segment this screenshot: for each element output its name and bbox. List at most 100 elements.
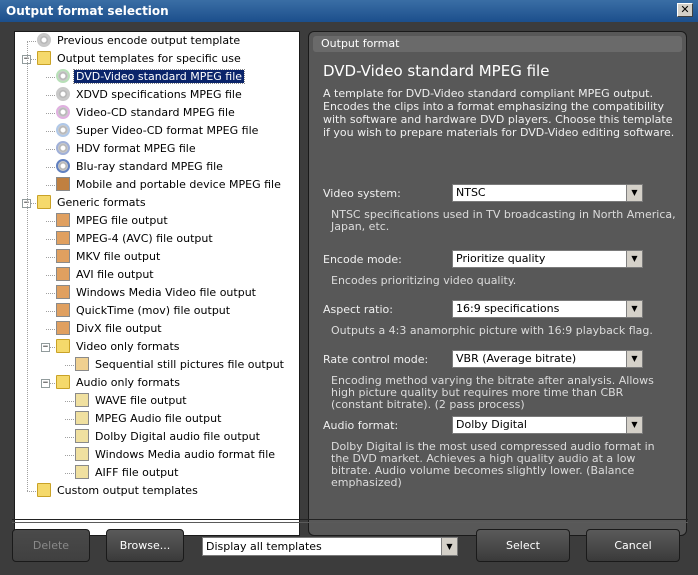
film-file-icon — [56, 321, 70, 335]
template-filter-select[interactable]: Display all templates ▼ — [202, 537, 458, 556]
tree-item[interactable]: HDV format MPEG file — [56, 140, 198, 158]
tree-item[interactable]: QuickTime (mov) file output — [56, 302, 232, 320]
hdv-disc-icon — [56, 141, 70, 155]
chevron-down-icon[interactable]: ▼ — [626, 251, 642, 267]
tree-item[interactable]: Video only formats — [56, 338, 182, 356]
tree-item-label: Video only formats — [76, 340, 180, 353]
tree-item[interactable]: XDVD specifications MPEG file — [56, 86, 244, 104]
film-file-icon — [56, 285, 70, 299]
select-button[interactable]: Select — [476, 529, 570, 562]
chevron-down-icon[interactable]: ▼ — [441, 538, 457, 555]
tree-item-label: Output templates for specific use — [57, 52, 241, 65]
tree-connector — [65, 401, 74, 402]
encode-mode-label: Encode mode: — [323, 253, 402, 266]
tree-item[interactable]: Super Video-CD format MPEG file — [56, 122, 260, 140]
audio-format-label: Audio format: — [323, 419, 399, 432]
tree-connector — [46, 113, 55, 114]
chevron-down-icon[interactable]: ▼ — [626, 301, 642, 317]
tree-item[interactable]: Previous encode output template — [37, 32, 242, 50]
tree-item[interactable]: Windows Media Video file output — [56, 284, 258, 302]
tree-connector — [65, 365, 74, 366]
tree-item-label: MKV file output — [76, 250, 161, 263]
audio-format-select[interactable]: Dolby Digital ▼ — [452, 416, 643, 434]
tree-connector — [27, 491, 36, 492]
tree-item-label: Super Video-CD format MPEG file — [76, 124, 259, 137]
footer-divider — [12, 519, 688, 523]
tree-item[interactable]: Sequential still pictures file output — [75, 356, 286, 374]
tree-item-label: HDV format MPEG file — [76, 142, 196, 155]
audio-format-value: Dolby Digital — [456, 418, 527, 431]
tree-item-label: QuickTime (mov) file output — [76, 304, 231, 317]
encode-mode-description: Encodes prioritizing video quality. — [331, 274, 517, 287]
tree-connector — [46, 257, 55, 258]
video-system-label: Video system: — [323, 187, 401, 200]
tree-item[interactable]: Windows Media audio format file — [75, 446, 277, 464]
dvd-disc-icon — [56, 69, 70, 83]
tree-item[interactable]: MPEG file output — [56, 212, 170, 230]
tree-connector — [46, 167, 55, 168]
tree-item[interactable]: MKV file output — [56, 248, 162, 266]
video-system-select[interactable]: NTSC ▼ — [452, 184, 643, 202]
tree-item[interactable]: Audio only formats — [56, 374, 182, 392]
picture-file-icon — [75, 357, 89, 371]
browse-button[interactable]: Browse... — [106, 529, 184, 562]
collapse-toggle-icon[interactable]: − — [41, 343, 50, 352]
disc-icon — [56, 87, 70, 101]
window-title: Output format selection — [6, 4, 169, 18]
template-tree[interactable]: Previous encode output template Output te… — [14, 31, 300, 536]
tree-item[interactable]: MPEG-4 (AVC) file output — [56, 230, 215, 248]
tree-connector — [46, 95, 55, 96]
audio-format-description: Dolby Digital is the most used compresse… — [331, 440, 655, 489]
collapse-toggle-icon[interactable]: − — [41, 379, 50, 388]
tree-item[interactable]: Dolby Digital audio file output — [75, 428, 262, 446]
tree-item[interactable]: Generic formats — [37, 194, 148, 212]
folder-icon — [37, 195, 51, 209]
tree-connector — [65, 455, 74, 456]
panel-header: Output format — [313, 36, 682, 52]
audio-file-icon — [75, 429, 89, 443]
rate-control-select[interactable]: VBR (Average bitrate) ▼ — [452, 350, 643, 368]
tree-connector — [46, 131, 55, 132]
tree-connector — [65, 473, 74, 474]
output-format-panel: Output format DVD-Video standard MPEG fi… — [308, 31, 687, 536]
tree-item[interactable]: AVI file output — [56, 266, 156, 284]
encode-mode-value: Prioritize quality — [456, 252, 546, 265]
close-button[interactable]: ✕ — [677, 3, 693, 17]
tree-item[interactable]: Custom output templates — [37, 482, 200, 500]
film-file-icon — [56, 231, 70, 245]
delete-button[interactable]: Delete — [12, 529, 90, 562]
tree-connector — [27, 41, 36, 42]
tree-item[interactable]: DVD-Video standard MPEG file — [56, 68, 246, 86]
tree-connector — [46, 311, 55, 312]
cancel-button[interactable]: Cancel — [586, 529, 680, 562]
tree-item[interactable]: WAVE file output — [75, 392, 189, 410]
encode-mode-select[interactable]: Prioritize quality ▼ — [452, 250, 643, 268]
chevron-down-icon[interactable]: ▼ — [626, 185, 642, 201]
tree-connector — [46, 77, 55, 78]
tree-item[interactable]: AIFF file output — [75, 464, 180, 482]
rate-control-description: Encoding method varying the bitrate afte… — [331, 374, 654, 411]
tree-item-label: AVI file output — [76, 268, 154, 281]
tree-item-label: Windows Media audio format file — [95, 448, 276, 461]
film-file-icon — [56, 213, 70, 227]
tree-item-label: Audio only formats — [76, 376, 180, 389]
tree-connector — [46, 239, 55, 240]
tree-connector — [46, 275, 55, 276]
tree-item[interactable]: DivX file output — [56, 320, 164, 338]
tree-connector — [46, 293, 55, 294]
chevron-down-icon[interactable]: ▼ — [626, 417, 642, 433]
video-system-value: NTSC — [456, 186, 486, 199]
vcd-disc-icon — [56, 105, 70, 119]
disc-icon — [37, 33, 51, 47]
tree-item[interactable]: MPEG Audio file output — [75, 410, 223, 428]
tree-item[interactable]: Video-CD standard MPEG file — [56, 104, 237, 122]
aspect-ratio-select[interactable]: 16:9 specifications ▼ — [452, 300, 643, 318]
tree-item[interactable]: Output templates for specific use — [37, 50, 243, 68]
tree-item-label: MPEG file output — [76, 214, 168, 227]
tree-item-label: Custom output templates — [57, 484, 198, 497]
chevron-down-icon[interactable]: ▼ — [626, 351, 642, 367]
rate-control-label: Rate control mode: — [323, 353, 429, 366]
tree-item[interactable]: Blu-ray standard MPEG file — [56, 158, 225, 176]
tree-connector — [27, 41, 28, 491]
tree-item[interactable]: Mobile and portable device MPEG file — [56, 176, 283, 194]
